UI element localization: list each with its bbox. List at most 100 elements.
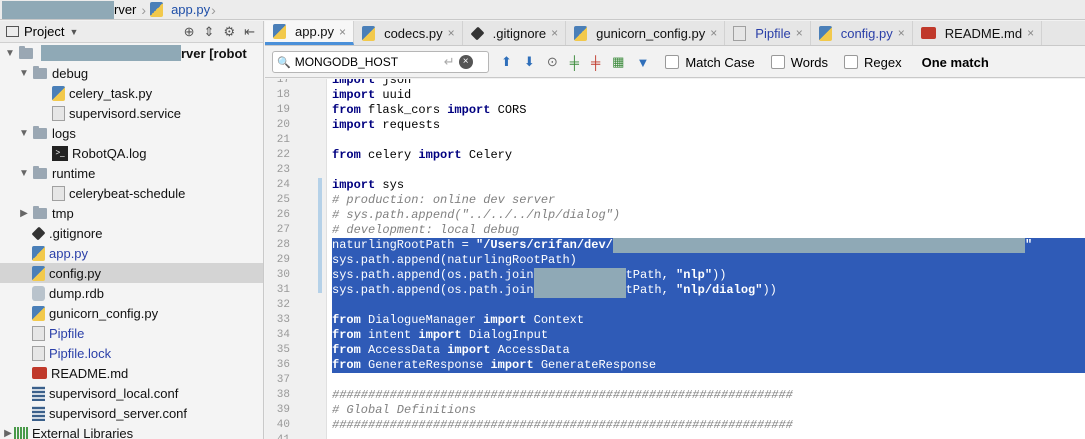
- code-line[interactable]: 30 sys.path.append(os.path.join tPath, "nl…: [265, 268, 1085, 283]
- close-icon[interactable]: ×: [339, 25, 346, 39]
- code-line[interactable]: 38 ######################################…: [265, 388, 1085, 403]
- tab-label: .gitignore: [492, 25, 547, 41]
- code-line[interactable]: 32: [265, 298, 1085, 313]
- tree-item[interactable]: app.py: [0, 243, 263, 263]
- code-line[interactable]: 24 import sys: [265, 178, 1085, 193]
- code-line[interactable]: 23: [265, 163, 1085, 178]
- tree-item-label: .gitignore: [49, 225, 103, 241]
- tree-item[interactable]: ▼ debug: [0, 63, 263, 83]
- search-input[interactable]: [294, 55, 440, 69]
- code-line[interactable]: 17 import json: [265, 79, 1085, 88]
- hide-panel-icon[interactable]: ⇤: [244, 24, 255, 40]
- code-line[interactable]: 36 from GenerateResponse import GenerateR…: [265, 358, 1085, 373]
- chevron-down-icon[interactable]: ▼: [18, 128, 30, 139]
- code-line[interactable]: 35 from AccessData import AccessData: [265, 343, 1085, 358]
- next-match-icon[interactable]: ⬇: [524, 54, 535, 70]
- close-icon[interactable]: ×: [710, 26, 717, 40]
- code-line[interactable]: 26 # sys.path.append("../../../nlp/dialog…: [265, 208, 1085, 223]
- code-line[interactable]: 20 import requests: [265, 118, 1085, 133]
- chevron-down-icon[interactable]: ▼: [18, 68, 30, 79]
- clear-icon[interactable]: ×: [458, 55, 473, 69]
- tab--gitignore[interactable]: .gitignore ×: [463, 21, 567, 45]
- code-line[interactable]: 19 from flask_cors import CORS: [265, 103, 1085, 118]
- code-line[interactable]: 27 # development: local debug: [265, 223, 1085, 238]
- close-icon[interactable]: ×: [796, 26, 803, 40]
- line-number: 28: [276, 239, 290, 251]
- close-icon[interactable]: ×: [448, 26, 455, 40]
- tree-item[interactable]: dump.rdb: [0, 283, 263, 303]
- select-all-occurrences-icon[interactable]: ⊙: [547, 54, 558, 70]
- code-line[interactable]: 33 from DialogueManager import Context: [265, 313, 1085, 328]
- close-icon[interactable]: ×: [1027, 26, 1034, 40]
- collapse-icon[interactable]: ⇕: [204, 24, 215, 40]
- code-line[interactable]: 18 import uuid: [265, 88, 1085, 103]
- code-line[interactable]: 25 # production: online dev server: [265, 193, 1085, 208]
- tree-item[interactable]: Pipfile.lock: [0, 343, 263, 363]
- code-line[interactable]: 31 sys.path.append(os.path.join tPath, "nl…: [265, 283, 1085, 298]
- line-number: 20: [276, 119, 290, 131]
- code-line[interactable]: 40 ######################################…: [265, 418, 1085, 433]
- chevron-down-icon[interactable]: ▼: [18, 168, 30, 179]
- regex-checkbox[interactable]: Regex: [844, 55, 902, 70]
- chevron-down-icon[interactable]: ▼: [4, 48, 16, 59]
- tab-codecs-py[interactable]: codecs.py ×: [354, 21, 463, 45]
- breadcrumb-file[interactable]: app.py: [150, 2, 210, 17]
- close-icon[interactable]: ×: [898, 26, 905, 40]
- tree-item[interactable]: Pipfile: [0, 323, 263, 343]
- code-text: from celery import Celery: [332, 148, 513, 162]
- search-field[interactable]: 🔍 ↵ ×: [272, 51, 489, 73]
- tree-root[interactable]: ▼ rver [robot: [0, 43, 263, 63]
- locate-icon[interactable]: ⊕: [184, 24, 195, 40]
- remove-occurrence-icon[interactable]: ╪: [591, 55, 600, 70]
- tree-item[interactable]: supervisord_local.conf: [0, 383, 263, 403]
- tab-readme-md[interactable]: README.md ×: [913, 21, 1043, 45]
- tree-item[interactable]: supervisord.service: [0, 103, 263, 123]
- filter-icon[interactable]: ▼: [636, 55, 649, 70]
- match-case-checkbox[interactable]: Match Case: [665, 55, 755, 70]
- tree-item[interactable]: README.md: [0, 363, 263, 383]
- code-line[interactable]: 39 # Global Definitions: [265, 403, 1085, 418]
- tree-item[interactable]: ▶ External Libraries: [0, 423, 263, 439]
- tree-item[interactable]: celery_task.py: [0, 83, 263, 103]
- breadcrumb-project[interactable]: rver: [114, 2, 140, 17]
- code-line[interactable]: 22 from celery import Celery: [265, 148, 1085, 163]
- tree-item[interactable]: ▼ runtime: [0, 163, 263, 183]
- select-all-matches-icon[interactable]: ▦: [612, 54, 624, 70]
- code-line[interactable]: 41: [265, 433, 1085, 439]
- tree-item[interactable]: ▶ tmp: [0, 203, 263, 223]
- tree-item[interactable]: celerybeat-schedule: [0, 183, 263, 203]
- code-line[interactable]: 21: [265, 133, 1085, 148]
- line-number: 23: [276, 164, 290, 176]
- enter-icon: ↵: [443, 54, 455, 69]
- tree-item[interactable]: >_ RobotQA.log: [0, 143, 263, 163]
- tree-item[interactable]: config.py: [0, 263, 263, 283]
- code-editor[interactable]: 17 import json 18 import uuid 19 from flask_c…: [265, 79, 1085, 439]
- code-line[interactable]: 28 naturlingRootPath = "/Users/crifan/dev…: [265, 238, 1085, 253]
- tree-item[interactable]: .gitignore: [0, 223, 263, 243]
- tab-pipfile[interactable]: Pipfile ×: [725, 21, 811, 45]
- chevron-right-icon[interactable]: ▶: [2, 428, 14, 439]
- add-occurrence-icon[interactable]: ╪: [570, 55, 579, 70]
- tab-gunicorn-config-py[interactable]: gunicorn_config.py ×: [566, 21, 726, 45]
- line-number: 39: [276, 404, 290, 416]
- code-line[interactable]: 29 sys.path.append(naturlingRootPath): [265, 253, 1085, 268]
- tree-item-label: gunicorn_config.py: [49, 305, 159, 321]
- code-text: sys.path.append(os.path.join: [332, 283, 534, 297]
- chevron-right-icon[interactable]: ▶: [18, 208, 30, 219]
- tree-item[interactable]: gunicorn_config.py: [0, 303, 263, 323]
- gear-icon[interactable]: ⚙: [223, 24, 235, 40]
- tab-config-py[interactable]: config.py ×: [811, 21, 913, 45]
- words-checkbox[interactable]: Words: [770, 55, 828, 70]
- code-text: from GenerateResponse import GenerateRes…: [332, 358, 657, 372]
- previous-match-icon[interactable]: ⬆: [501, 54, 512, 70]
- code-line[interactable]: 34 from intent import DialogInput: [265, 328, 1085, 343]
- tree-item[interactable]: supervisord_server.conf: [0, 403, 263, 423]
- line-number: 34: [276, 329, 290, 341]
- tab-app-py[interactable]: app.py ×: [265, 21, 355, 45]
- project-view-selector[interactable]: Project ▼: [6, 24, 78, 39]
- line-number: 19: [276, 104, 290, 116]
- close-icon[interactable]: ×: [551, 26, 558, 40]
- code-line[interactable]: 37: [265, 373, 1085, 388]
- tree-item-label: supervisord.service: [69, 105, 181, 121]
- tree-item[interactable]: ▼ logs: [0, 123, 263, 143]
